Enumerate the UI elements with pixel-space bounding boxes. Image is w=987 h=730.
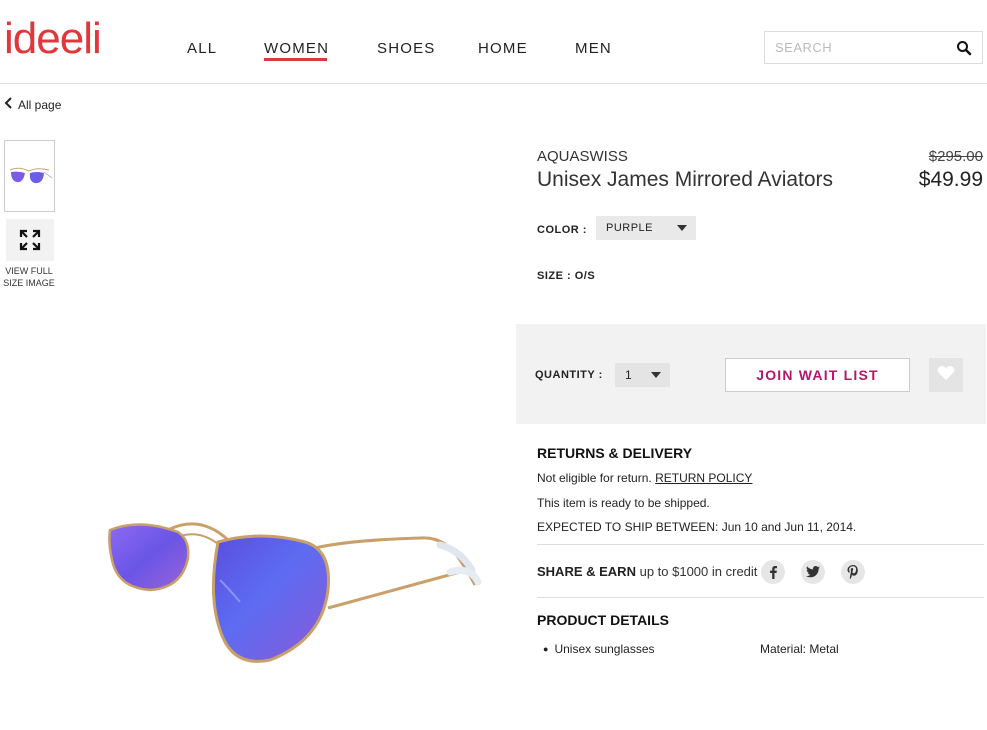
chevron-down-icon [651, 372, 661, 378]
product-thumbnail[interactable] [4, 140, 55, 212]
section-divider [537, 544, 984, 545]
twitter-icon[interactable] [801, 560, 825, 584]
returns-title: RETURNS & DELIVERY [537, 445, 693, 461]
search-icon[interactable] [956, 40, 972, 61]
sunglasses-thumbnail-image [9, 167, 52, 184]
join-wait-list-button[interactable]: JOIN WAIT LIST [725, 358, 910, 392]
pinterest-icon[interactable] [841, 560, 865, 584]
product-title: Unisex James Mirrored Aviators [537, 168, 834, 191]
detail-item: ● Unisex sunglasses [543, 642, 655, 656]
detail-material: Material: Metal [760, 642, 839, 656]
nav-women[interactable]: WOMEN [264, 40, 329, 57]
chevron-left-icon [4, 97, 12, 112]
nav-shoes[interactable]: SHOES [377, 40, 436, 57]
share-earn: SHARE & EARN up to $1000 in credit [537, 564, 758, 579]
sale-price: $49.99 [918, 168, 983, 191]
ready-to-ship: This item is ready to be shipped. [537, 496, 710, 510]
favorite-button[interactable] [929, 358, 963, 392]
facebook-icon[interactable] [761, 560, 785, 584]
color-select[interactable]: PURPLE [596, 216, 696, 240]
chevron-down-icon [677, 225, 687, 231]
heart-icon [937, 365, 955, 386]
nav-men[interactable]: MEN [575, 40, 612, 57]
return-eligibility: Not eligible for return. RETURN POLICY [537, 471, 753, 485]
color-label: COLOR : [537, 224, 587, 236]
color-select-value: PURPLE [606, 222, 654, 234]
product-brand[interactable]: AQUASWISS [537, 148, 628, 165]
size-label: SIZE : O/S [537, 270, 596, 282]
header-divider [0, 83, 987, 84]
view-full-size-label[interactable]: VIEW FULL SIZE IMAGE [0, 265, 58, 289]
return-policy-link[interactable]: RETURN POLICY [655, 471, 752, 485]
back-link-label: All page [18, 97, 62, 112]
expand-icon[interactable] [6, 219, 54, 261]
quantity-label: QUANTITY : [535, 369, 603, 381]
nav-all[interactable]: ALL [187, 40, 217, 57]
ideeli-logo[interactable]: ideeli [4, 14, 102, 64]
nav-home[interactable]: HOME [478, 40, 528, 57]
product-main-image [100, 500, 490, 675]
search-input[interactable] [765, 32, 965, 63]
product-details-title: PRODUCT DETAILS [537, 612, 669, 628]
original-price: $295.00 [928, 148, 983, 165]
expected-ship-dates: EXPECTED TO SHIP BETWEEN: Jun 10 and Jun… [537, 520, 857, 534]
search-box [764, 31, 983, 64]
nav-active-underline [264, 58, 327, 61]
quantity-select-value: 1 [625, 368, 632, 382]
back-link[interactable]: All page [4, 97, 61, 112]
quantity-select[interactable]: 1 [615, 363, 670, 387]
section-divider [537, 597, 984, 598]
